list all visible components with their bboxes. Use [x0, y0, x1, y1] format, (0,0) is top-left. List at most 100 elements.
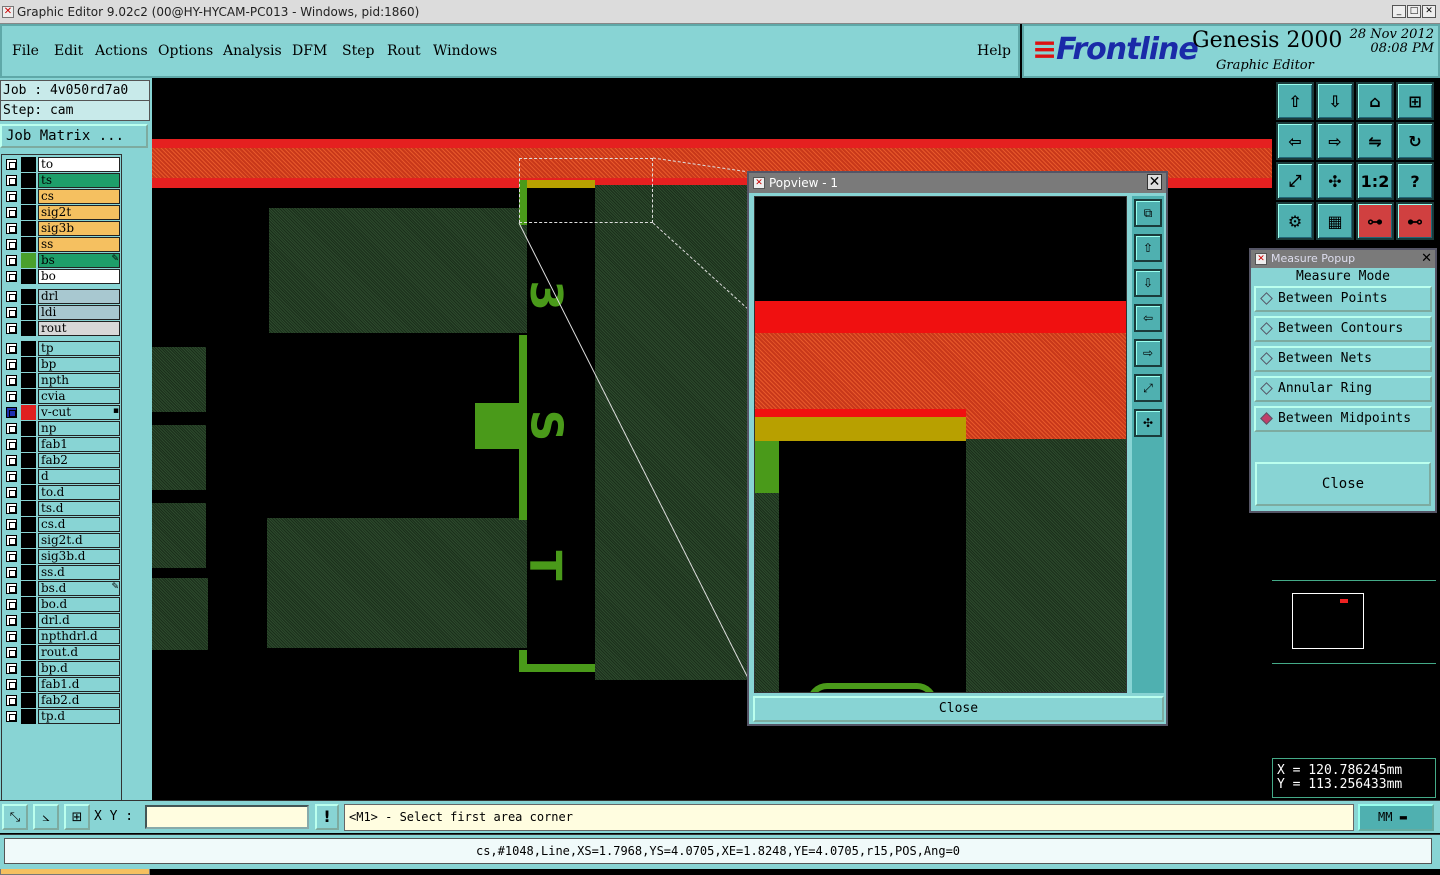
- layer-color-swatch[interactable]: [21, 517, 36, 532]
- layer-row-sig2t.d[interactable]: sig2t.d: [4, 533, 121, 548]
- minimize-button[interactable]: _: [1392, 5, 1406, 18]
- layer-name[interactable]: ts: [38, 173, 120, 188]
- layer-color-swatch[interactable]: [21, 549, 36, 564]
- home-icon[interactable]: ⌂: [1356, 82, 1394, 120]
- layer-name[interactable]: sig2t: [38, 205, 120, 220]
- layer-name[interactable]: fab2: [38, 453, 120, 468]
- pv-pan-left-icon[interactable]: ⇦: [1134, 304, 1162, 332]
- fit-layer-icon[interactable]: ✣: [1316, 162, 1354, 200]
- layer-checkbox[interactable]: [6, 663, 17, 674]
- layer-color-swatch[interactable]: [21, 289, 36, 304]
- zoom-up-icon[interactable]: ⇧: [1276, 82, 1314, 120]
- layer-row-ldi[interactable]: ldi: [4, 305, 121, 320]
- scale-icon[interactable]: 1:2: [1356, 162, 1394, 200]
- layer-name[interactable]: bp.d: [38, 661, 120, 676]
- layer-name[interactable]: cs: [38, 189, 120, 204]
- layer-color-swatch[interactable]: [21, 389, 36, 404]
- layer-name[interactable]: drl: [38, 289, 120, 304]
- mirror-icon[interactable]: ⇋: [1356, 122, 1394, 160]
- layer-checkbox[interactable]: [6, 223, 17, 234]
- layer-checkbox[interactable]: [6, 175, 17, 186]
- layer-row-rout[interactable]: rout: [4, 321, 121, 336]
- layer-color-swatch[interactable]: [21, 173, 36, 188]
- layer-row-tp.d[interactable]: tp.d: [4, 709, 121, 724]
- layer-color-swatch[interactable]: [21, 253, 36, 268]
- layer-checkbox[interactable]: [6, 615, 17, 626]
- layer-name[interactable]: sig2t.d: [38, 533, 120, 548]
- layer-color-swatch[interactable]: [21, 205, 36, 220]
- layer-color-swatch[interactable]: [21, 645, 36, 660]
- layer-checkbox[interactable]: [6, 471, 17, 482]
- layer-color-swatch[interactable]: [21, 597, 36, 612]
- layer-name[interactable]: ss: [38, 237, 120, 252]
- menu-rout[interactable]: Rout: [387, 43, 421, 59]
- layer-name[interactable]: rout: [38, 321, 120, 336]
- layer-name[interactable]: bs: [38, 253, 120, 268]
- menu-dfm[interactable]: DFM: [292, 43, 327, 59]
- pv-zoom-up-icon[interactable]: ⇧: [1134, 234, 1162, 262]
- layer-name[interactable]: fab2.d: [38, 693, 120, 708]
- layer-name[interactable]: bo.d: [38, 597, 120, 612]
- layer-checkbox[interactable]: [6, 551, 17, 562]
- layer-name[interactable]: npthdrl.d: [38, 629, 120, 644]
- layer-checkbox[interactable]: [6, 407, 17, 418]
- layer-checkbox[interactable]: [6, 439, 17, 450]
- layer-color-swatch[interactable]: [21, 341, 36, 356]
- layer-row-to.d[interactable]: to.d: [4, 485, 121, 500]
- option-between-contours[interactable]: Between Contours: [1254, 316, 1432, 342]
- layer-name[interactable]: ts.d: [38, 501, 120, 516]
- menu-actions[interactable]: Actions: [95, 43, 148, 59]
- layer-checkbox[interactable]: [6, 423, 17, 434]
- layer-checkbox[interactable]: [6, 455, 17, 466]
- layer-name[interactable]: bs.d: [38, 581, 120, 596]
- layer-row-npthdrl.d[interactable]: npthdrl.d: [4, 629, 121, 644]
- layer-color-swatch[interactable]: [21, 533, 36, 548]
- layer-checkbox[interactable]: [6, 207, 17, 218]
- layer-name[interactable]: tp.d: [38, 709, 120, 724]
- layer-row-ss.d[interactable]: ss.d: [4, 565, 121, 580]
- pv-fit-icon[interactable]: ⤢: [1134, 374, 1162, 402]
- select-tool-icon[interactable]: ⤡: [2, 804, 28, 830]
- layer-color-swatch[interactable]: [21, 565, 36, 580]
- layer-row-bp[interactable]: bp: [4, 357, 121, 372]
- layer-color-swatch[interactable]: [21, 677, 36, 692]
- layer-checkbox[interactable]: [6, 323, 17, 334]
- layer-checkbox[interactable]: [6, 711, 17, 722]
- layer-checkbox[interactable]: [6, 239, 17, 250]
- layer-row-cvia[interactable]: cvia: [4, 389, 121, 404]
- layer-checkbox[interactable]: [6, 503, 17, 514]
- layer-row-drl.d[interactable]: drl.d: [4, 613, 121, 628]
- settings-icon[interactable]: ⚙: [1276, 202, 1314, 240]
- layer-row-fab2.d[interactable]: fab2.d: [4, 693, 121, 708]
- layer-name[interactable]: ss.d: [38, 565, 120, 580]
- pan-left-icon[interactable]: ⇦: [1276, 122, 1314, 160]
- xy-input[interactable]: [145, 805, 309, 829]
- pv-window-icon[interactable]: ⧉: [1134, 199, 1162, 227]
- layer-row-d[interactable]: d: [4, 469, 121, 484]
- layer-checkbox[interactable]: [6, 307, 17, 318]
- layer-checkbox[interactable]: [6, 291, 17, 302]
- menu-edit[interactable]: Edit: [54, 43, 83, 59]
- layer-name[interactable]: rout.d: [38, 645, 120, 660]
- layer-name[interactable]: np: [38, 421, 120, 436]
- layer-color-swatch[interactable]: [21, 709, 36, 724]
- layer-row-cs[interactable]: cs: [4, 189, 121, 204]
- net-icon[interactable]: ⊷: [1396, 202, 1434, 240]
- layer-color-swatch[interactable]: [21, 453, 36, 468]
- layer-row-bo[interactable]: bo: [4, 269, 121, 284]
- menu-file[interactable]: File: [12, 43, 39, 59]
- layer-row-bo.d[interactable]: bo.d: [4, 597, 121, 612]
- layer-color-swatch[interactable]: [21, 485, 36, 500]
- layer-checkbox[interactable]: [6, 519, 17, 530]
- layer-name[interactable]: cvia: [38, 389, 120, 404]
- layer-name[interactable]: sig3b.d: [38, 549, 120, 564]
- layer-checkbox[interactable]: [6, 359, 17, 370]
- layer-row-np[interactable]: np: [4, 421, 121, 436]
- layer-checkbox[interactable]: [6, 255, 17, 266]
- layer-name[interactable]: tp: [38, 341, 120, 356]
- layer-color-swatch[interactable]: [21, 269, 36, 284]
- layer-checkbox[interactable]: [6, 599, 17, 610]
- layer-row-ss[interactable]: ss: [4, 237, 121, 252]
- layer-name[interactable]: to: [38, 157, 120, 172]
- pv-center-icon[interactable]: ✣: [1134, 409, 1162, 437]
